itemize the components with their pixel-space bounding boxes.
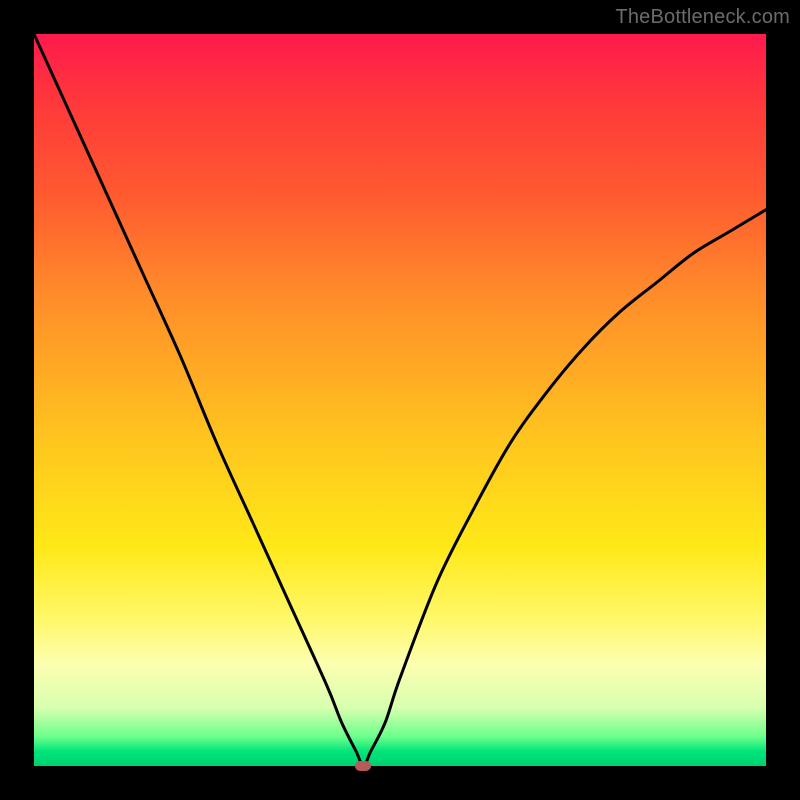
plot-area <box>34 34 766 766</box>
watermark-text: TheBottleneck.com <box>615 6 790 29</box>
chart-frame: TheBottleneck.com <box>0 0 800 800</box>
bottleneck-curve <box>34 34 766 766</box>
optimum-marker <box>355 761 371 771</box>
